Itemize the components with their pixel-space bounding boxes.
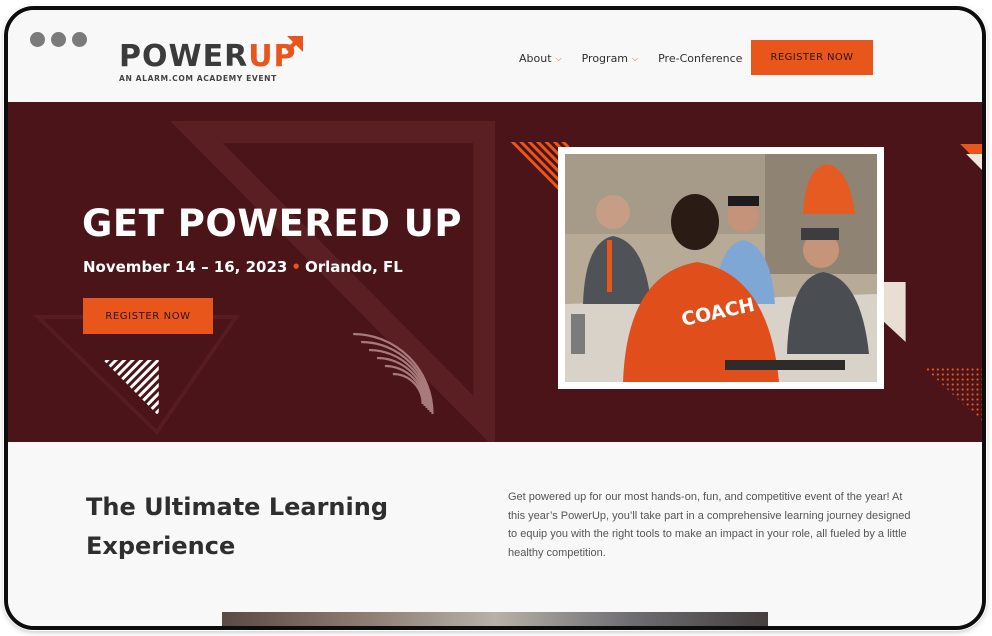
window-dot[interactable] bbox=[30, 32, 45, 47]
site-header: POWERUP AN ALARM.COM ACADEMY EVENT About… bbox=[8, 10, 982, 102]
hero-title: GET POWERED UP bbox=[82, 202, 462, 245]
event-details: November 14 – 16, 2023 • Orlando, FL bbox=[83, 258, 403, 276]
event-photo-illustration: COACH bbox=[565, 154, 877, 382]
logo-subtitle: AN ALARM.COM ACADEMY EVENT bbox=[119, 74, 277, 83]
arrow-up-right-icon bbox=[286, 36, 303, 52]
nav-label: About bbox=[519, 52, 552, 65]
window-dot[interactable] bbox=[51, 32, 66, 47]
chevron-down-icon: ⌵ bbox=[555, 53, 562, 63]
window-controls bbox=[30, 32, 87, 47]
hero-section: GET POWERED UP November 14 – 16, 2023 • Or… bbox=[8, 102, 982, 442]
section-title: The Ultimate Learning Experience bbox=[86, 493, 388, 560]
event-location: Orlando, FL bbox=[304, 258, 403, 276]
intro-section: The Ultimate Learning Experience Get pow… bbox=[8, 442, 982, 626]
nav-item-program[interactable]: Program ⌵ bbox=[582, 52, 639, 65]
event-dates: November 14 – 16, 2023 bbox=[83, 258, 288, 276]
hero-photo: COACH bbox=[558, 147, 884, 389]
nav-label: Program bbox=[581, 52, 629, 65]
section-description: Get powered up for our most hands-on, fu… bbox=[508, 491, 911, 559]
chevron-down-icon: ⌵ bbox=[632, 53, 639, 63]
bullet-separator: • bbox=[291, 258, 301, 276]
window-dot[interactable] bbox=[72, 32, 87, 47]
browser-window: POWERUP AN ALARM.COM ACADEMY EVENT About… bbox=[4, 6, 986, 630]
register-now-button[interactable]: REGISTER NOW bbox=[751, 40, 873, 75]
hero-register-button[interactable]: REGISTER NOW bbox=[83, 298, 213, 334]
logo-power-text: POWER bbox=[119, 39, 249, 74]
nav-item-about[interactable]: About ⌵ bbox=[519, 52, 562, 65]
main-nav: About ⌵ Program ⌵ Pre-Conference bbox=[519, 52, 762, 65]
next-section-image-preview bbox=[222, 612, 768, 626]
nav-label: Pre-Conference bbox=[658, 52, 743, 65]
logo-wordmark: POWERUP bbox=[119, 42, 297, 72]
site-logo[interactable]: POWERUP AN ALARM.COM ACADEMY EVENT bbox=[119, 36, 303, 83]
nav-item-pre-conference[interactable]: Pre-Conference bbox=[658, 52, 742, 65]
